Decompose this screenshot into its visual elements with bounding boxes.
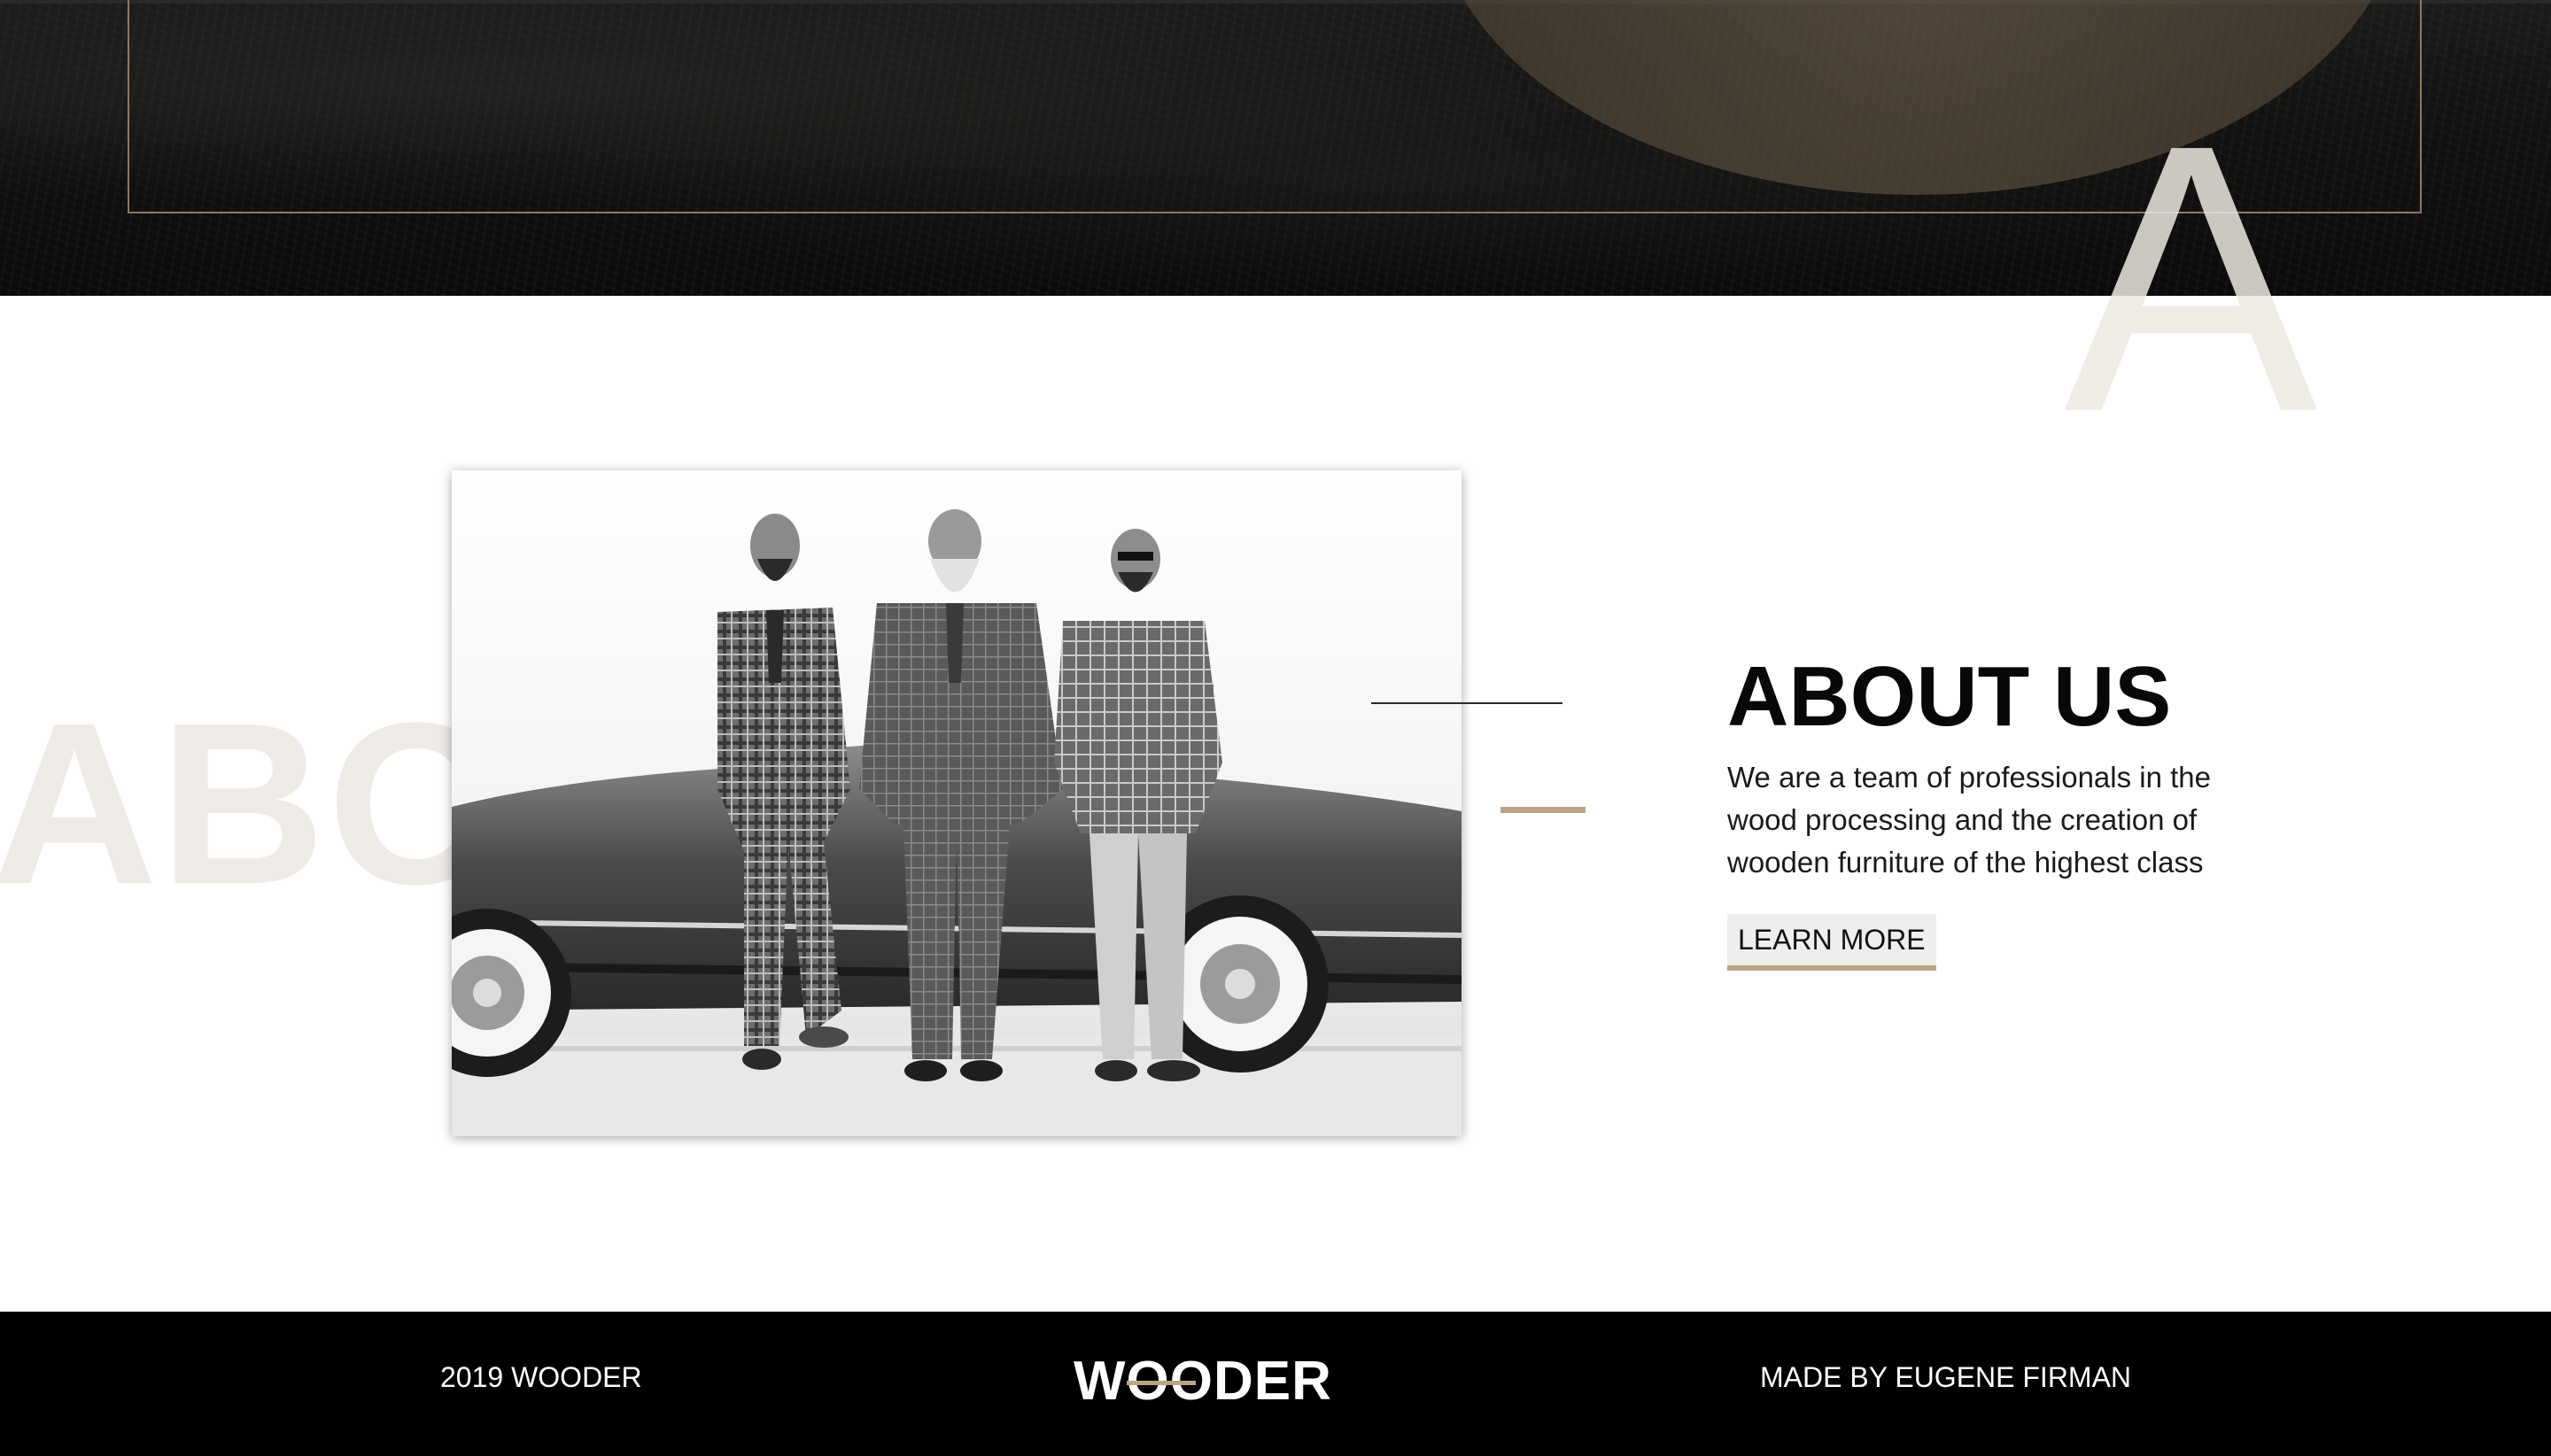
footer-logo[interactable]: WOODER: [1074, 1349, 1332, 1414]
hero-frame-border: [128, 0, 2422, 213]
footer-credits: MADE BY EUGENE FIRMAN: [1760, 1361, 2132, 1393]
about-photo: [452, 470, 1462, 1136]
footer-logo-accent-bar: [1127, 1381, 1196, 1385]
learn-more-button[interactable]: LEARN MORE: [1727, 914, 1936, 971]
footer: 2019 WOODER WOODER MADE BY EUGENE FIRMAN: [0, 1312, 2551, 1456]
footer-copyright: 2019 WOODER: [440, 1361, 642, 1393]
about-title: ABOUT US: [1727, 649, 2172, 744]
page: A ABOUT ABOUT US We are a team of profes…: [0, 0, 2551, 1456]
about-description: We are a team of professionals in the wo…: [1727, 761, 2212, 879]
footer-logo-text: WOODER: [1074, 1351, 1332, 1412]
decorative-line-gold: [1500, 807, 1586, 813]
about-photo-illustration: [452, 470, 1462, 1136]
decorative-line-dark: [1371, 702, 1562, 704]
hero-section: [0, 0, 2551, 296]
